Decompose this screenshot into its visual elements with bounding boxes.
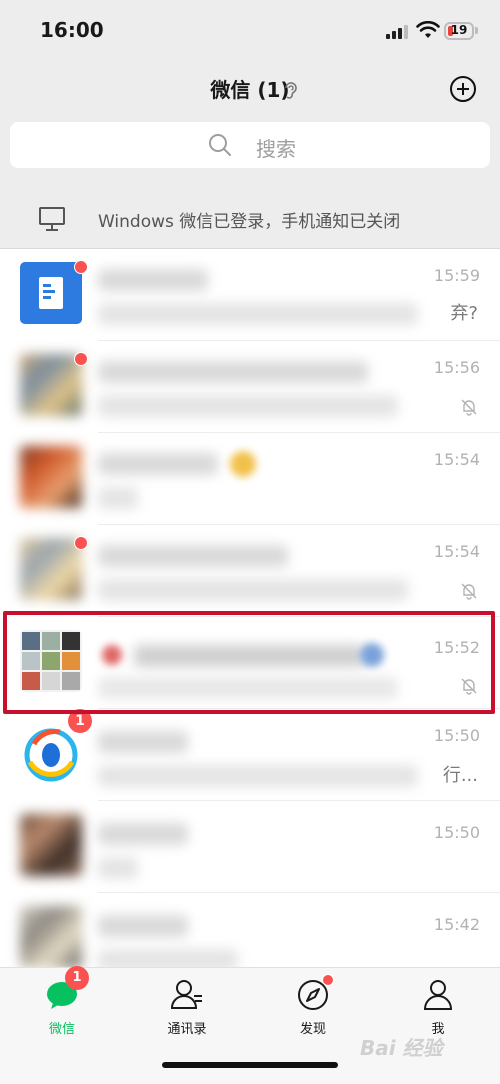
tab-contacts[interactable]: 通讯录 [142, 978, 232, 1037]
chat-name-blurred [98, 915, 188, 937]
chat-name-blurred [98, 823, 188, 845]
chat-row[interactable]: 15:54 [0, 433, 500, 525]
page-title: 微信 (1) [210, 78, 290, 102]
chat-row[interactable]: 15:54 [0, 525, 500, 617]
chat-time: 15:54 [433, 542, 480, 561]
watermark: Bai 经验 [360, 1036, 443, 1060]
chat-preview-blurred [98, 765, 418, 787]
muted-bell-icon [461, 583, 477, 600]
chat-row[interactable]: 15:42 [0, 893, 500, 967]
search-icon [209, 134, 231, 156]
chat-preview-blurred [98, 303, 418, 325]
clock: 16:00 [40, 18, 104, 42]
avatar [20, 722, 82, 784]
status-bar: 16:00 19 [0, 0, 500, 64]
desktop-login-banner[interactable]: Windows 微信已登录，手机通知已关闭 [0, 190, 500, 249]
chat-time: 15:59 [433, 266, 480, 285]
banner-text: Windows 微信已登录，手机通知已关闭 [98, 212, 401, 232]
monitor-icon [39, 207, 65, 231]
avatar [20, 354, 82, 416]
chat-list: 15:59 弃? 15:56 15:54 15:54 15:52 1 15:50… [0, 249, 500, 967]
emoji-blurred [230, 451, 256, 477]
tab-badge: 1 [65, 966, 89, 990]
qq-news-logo-icon [24, 728, 78, 782]
chat-name-blurred [98, 731, 188, 753]
chat-time: 15:42 [433, 915, 480, 934]
avatar [20, 538, 82, 600]
avatar [20, 262, 82, 324]
tab-label: 通讯录 [167, 1022, 207, 1037]
chat-preview-blurred [98, 579, 408, 601]
avatar [20, 814, 82, 876]
chat-time: 15:50 [433, 823, 480, 842]
chat-time: 15:54 [433, 450, 480, 469]
chat-row[interactable]: 1 15:50 行... [0, 709, 500, 801]
chat-time: 15:50 [433, 726, 480, 745]
chat-name-blurred [98, 361, 368, 383]
avatar [20, 906, 82, 967]
chat-preview-blurred [98, 949, 238, 967]
chat-name-blurred [98, 453, 218, 475]
cellular-signal-icon [386, 25, 410, 39]
tab-label: 微信 [48, 1022, 75, 1037]
tab-dot [322, 974, 334, 986]
unread-dot [74, 352, 88, 366]
earpiece-mode-icon [285, 82, 297, 99]
battery-icon: 19 [444, 22, 474, 40]
avatar [20, 446, 82, 508]
person-icon [423, 980, 453, 1010]
chat-time: 15:56 [433, 358, 480, 377]
tab-me[interactable]: 我 [393, 978, 483, 1037]
chat-preview-blurred [98, 395, 398, 417]
chat-name-blurred [98, 269, 208, 291]
contacts-icon [170, 980, 202, 1009]
chat-preview-tail: 行... [442, 765, 478, 786]
chat-preview-tail: 弃? [450, 303, 478, 324]
unread-dot [74, 536, 88, 550]
search-bar[interactable]: 搜索 [10, 122, 490, 168]
highlight-box [3, 611, 495, 714]
chat-row[interactable]: 15:59 弃? [0, 249, 500, 341]
document-icon [39, 277, 63, 309]
muted-bell-icon [461, 399, 477, 416]
chat-name-blurred [98, 545, 288, 567]
tab-label: 发现 [299, 1022, 326, 1037]
tab-chats[interactable]: 1 微信 [17, 966, 107, 1037]
chat-row[interactable]: 15:56 [0, 341, 500, 433]
unread-dot [74, 260, 88, 274]
add-button[interactable] [450, 76, 476, 102]
battery-tip [475, 27, 478, 34]
battery-level: 19 [450, 23, 468, 37]
search-placeholder: 搜索 [256, 137, 296, 161]
chat-preview-blurred [98, 487, 138, 509]
wifi-icon [416, 21, 440, 38]
tab-discover[interactable]: 发现 [268, 974, 358, 1037]
chat-preview-blurred [98, 857, 138, 879]
chat-row[interactable]: 15:50 [0, 801, 500, 893]
home-indicator[interactable] [162, 1062, 338, 1068]
